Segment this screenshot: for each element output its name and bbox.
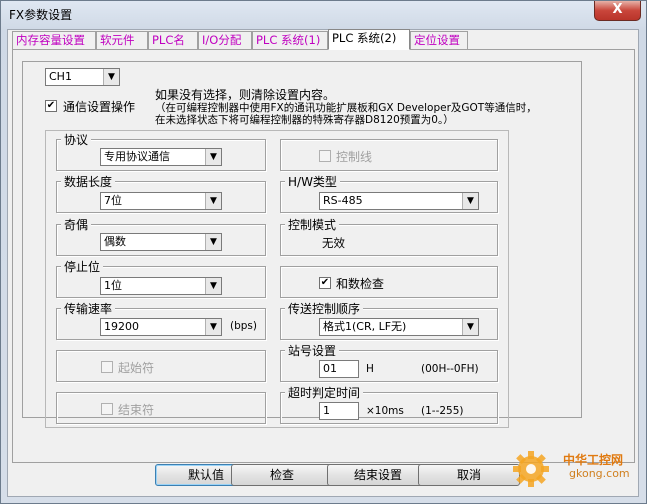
data-length-select[interactable]: 7位 ▼ — [100, 192, 222, 210]
tab-plc-name[interactable]: PLC名 — [148, 31, 198, 49]
hw-type-label: H/W类型 — [285, 173, 340, 190]
comm-settings-checkbox[interactable]: ✔ — [45, 100, 57, 112]
protocol-value: 专用协议通信 — [104, 150, 170, 163]
watermark-logo: 中华工控网 gkong.com — [509, 447, 639, 491]
timeout-group: 超时判定时间 1 ×10ms (1--255) — [280, 384, 498, 424]
comm-settings-label: 通信设置操作 — [63, 100, 136, 114]
tab-plc-system-1[interactable]: PLC 系统(1) — [252, 31, 328, 49]
parity-select[interactable]: 偶数 ▼ — [100, 233, 222, 251]
window-title: FX参数设置 — [9, 8, 73, 22]
hw-type-group: H/W类型 RS-485 ▼ — [280, 173, 498, 213]
stop-bit-label: 停止位 — [61, 258, 104, 275]
station-input[interactable]: 01 — [319, 360, 359, 378]
parity-label: 奇偶 — [61, 216, 92, 233]
tab-io-assign[interactable]: I/O分配 — [198, 31, 252, 49]
station-label: 站号设置 — [285, 342, 340, 359]
control-mode-group: 控制模式 无效 — [280, 216, 498, 256]
chevron-down-icon[interactable]: ▼ — [462, 319, 478, 335]
baud-rate-label: 传输速率 — [61, 300, 116, 317]
transfer-seq-select[interactable]: 格式1(CR, LF无) ▼ — [319, 318, 479, 336]
baud-rate-group: 传输速率 19200 ▼ (bps) — [56, 300, 266, 340]
cancel-button[interactable]: 取消 — [418, 464, 520, 486]
hw-type-select[interactable]: RS-485 ▼ — [319, 192, 479, 210]
chevron-down-icon[interactable]: ▼ — [205, 319, 221, 335]
check-button[interactable]: 检查 — [231, 464, 333, 486]
timeout-unit: ×10ms — [366, 405, 404, 417]
end-char-label: 结束符 — [118, 403, 155, 417]
control-line-label: 控制线 — [336, 150, 373, 164]
stop-bit-value: 1位 — [104, 279, 122, 292]
protocol-label: 协议 — [61, 131, 92, 148]
start-char-group: 起始符 — [56, 350, 266, 382]
timeout-range: (1--255) — [421, 405, 464, 417]
checksum-label: 和数检查 — [336, 277, 385, 291]
baud-rate-unit: (bps) — [230, 320, 257, 332]
transfer-seq-value: 格式1(CR, LF无) — [323, 320, 407, 333]
tab-devices[interactable]: 软元件 — [96, 31, 148, 49]
chevron-down-icon[interactable]: ▼ — [462, 193, 478, 209]
data-length-value: 7位 — [104, 194, 122, 207]
checksum-checkbox[interactable]: ✔ — [319, 277, 331, 289]
tab-positioning[interactable]: 定位设置 — [410, 31, 468, 49]
baud-rate-select[interactable]: 19200 ▼ — [100, 318, 222, 336]
data-length-group: 数据长度 7位 ▼ — [56, 173, 266, 213]
stop-bit-select[interactable]: 1位 ▼ — [100, 277, 222, 295]
channel-value: CH1 — [49, 70, 72, 83]
control-mode-label: 控制模式 — [285, 216, 340, 233]
checksum-group: ✔ 和数检查 — [280, 266, 498, 298]
timeout-label: 超时判定时间 — [285, 384, 364, 401]
tab-memory[interactable]: 内存容量设置 — [12, 31, 96, 49]
transfer-seq-group: 传送控制顺序 格式1(CR, LF无) ▼ — [280, 300, 498, 340]
control-line-group: 控制线 — [280, 139, 498, 171]
control-mode-value: 无效 — [322, 236, 345, 250]
parity-group: 奇偶 偶数 ▼ — [56, 216, 266, 256]
dialog-window: FX参数设置 X 内存容量设置 软元件 PLC名 I/O分配 PLC 系统(1)… — [0, 0, 647, 504]
stop-bit-group: 停止位 1位 ▼ — [56, 258, 266, 298]
channel-select[interactable]: CH1 ▼ — [45, 68, 120, 86]
parity-value: 偶数 — [104, 235, 126, 248]
timeout-input[interactable]: 1 — [319, 402, 359, 420]
notice-line-3: 在未选择状态下将可编程控制器的特殊寄存器D8120预置为0。） — [155, 114, 454, 126]
chevron-down-icon[interactable]: ▼ — [103, 69, 119, 85]
end-char-checkbox[interactable] — [101, 403, 113, 415]
station-range: (00H--0FH) — [421, 363, 479, 375]
hw-type-value: RS-485 — [323, 194, 363, 207]
station-group: 站号设置 01 H (00H--0FH) — [280, 342, 498, 382]
chevron-down-icon[interactable]: ▼ — [205, 149, 221, 165]
transfer-seq-label: 传送控制顺序 — [285, 300, 364, 317]
protocol-select[interactable]: 专用协议通信 ▼ — [100, 148, 222, 166]
tab-plc-system-2[interactable]: PLC 系统(2) — [328, 29, 410, 50]
chevron-down-icon[interactable]: ▼ — [205, 234, 221, 250]
chevron-down-icon[interactable]: ▼ — [205, 278, 221, 294]
start-char-label: 起始符 — [118, 361, 155, 375]
watermark-url: gkong.com — [569, 467, 630, 480]
finish-settings-button[interactable]: 结束设置 — [327, 464, 429, 486]
tab-panel: CH1 ▼ ✔ 通信设置操作 如果没有选择，则清除设置内容。 （在可编程控制器中… — [12, 49, 635, 463]
chevron-down-icon[interactable]: ▼ — [205, 193, 221, 209]
control-line-checkbox[interactable] — [319, 150, 331, 162]
start-char-checkbox[interactable] — [101, 361, 113, 373]
watermark-text: 中华工控网 — [563, 453, 624, 467]
station-unit: H — [366, 363, 374, 375]
protocol-group: 协议 专用协议通信 ▼ — [56, 131, 266, 171]
end-char-group: 结束符 — [56, 392, 266, 424]
close-button[interactable]: X — [594, 1, 641, 21]
data-length-label: 数据长度 — [61, 173, 116, 190]
baud-rate-value: 19200 — [104, 320, 139, 333]
